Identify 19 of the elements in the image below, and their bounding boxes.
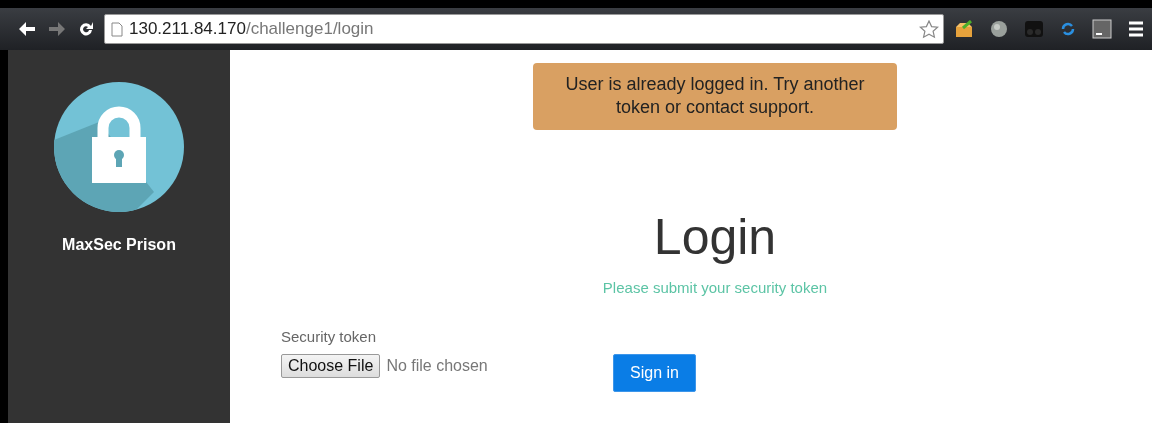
field-label: Security token [281, 328, 377, 345]
brand-name: MaxSec Prison [62, 236, 176, 254]
alert-message: User is already logged in. Try another token or contact support. [533, 63, 897, 130]
back-icon[interactable] [18, 21, 36, 37]
file-status: No file chosen [386, 357, 488, 375]
globe-icon[interactable] [990, 20, 1008, 38]
page-subtitle: Please submit your security token [601, 279, 829, 296]
url-text: 130.211.84.170/challenge1/login [129, 19, 375, 39]
box-icon[interactable] [954, 20, 974, 38]
forward-icon[interactable] [48, 21, 66, 37]
page-title: Login [652, 208, 778, 266]
sync-icon[interactable] [1060, 20, 1076, 38]
address-bar[interactable]: 130.211.84.170/challenge1/login [104, 14, 944, 44]
sign-in-button[interactable]: Sign in [613, 354, 696, 392]
menu-icon[interactable] [1128, 21, 1144, 37]
star-icon[interactable] [919, 19, 939, 39]
choose-file-button[interactable]: Choose File [281, 354, 381, 378]
page-icon [111, 21, 123, 37]
reload-icon[interactable] [78, 21, 94, 37]
